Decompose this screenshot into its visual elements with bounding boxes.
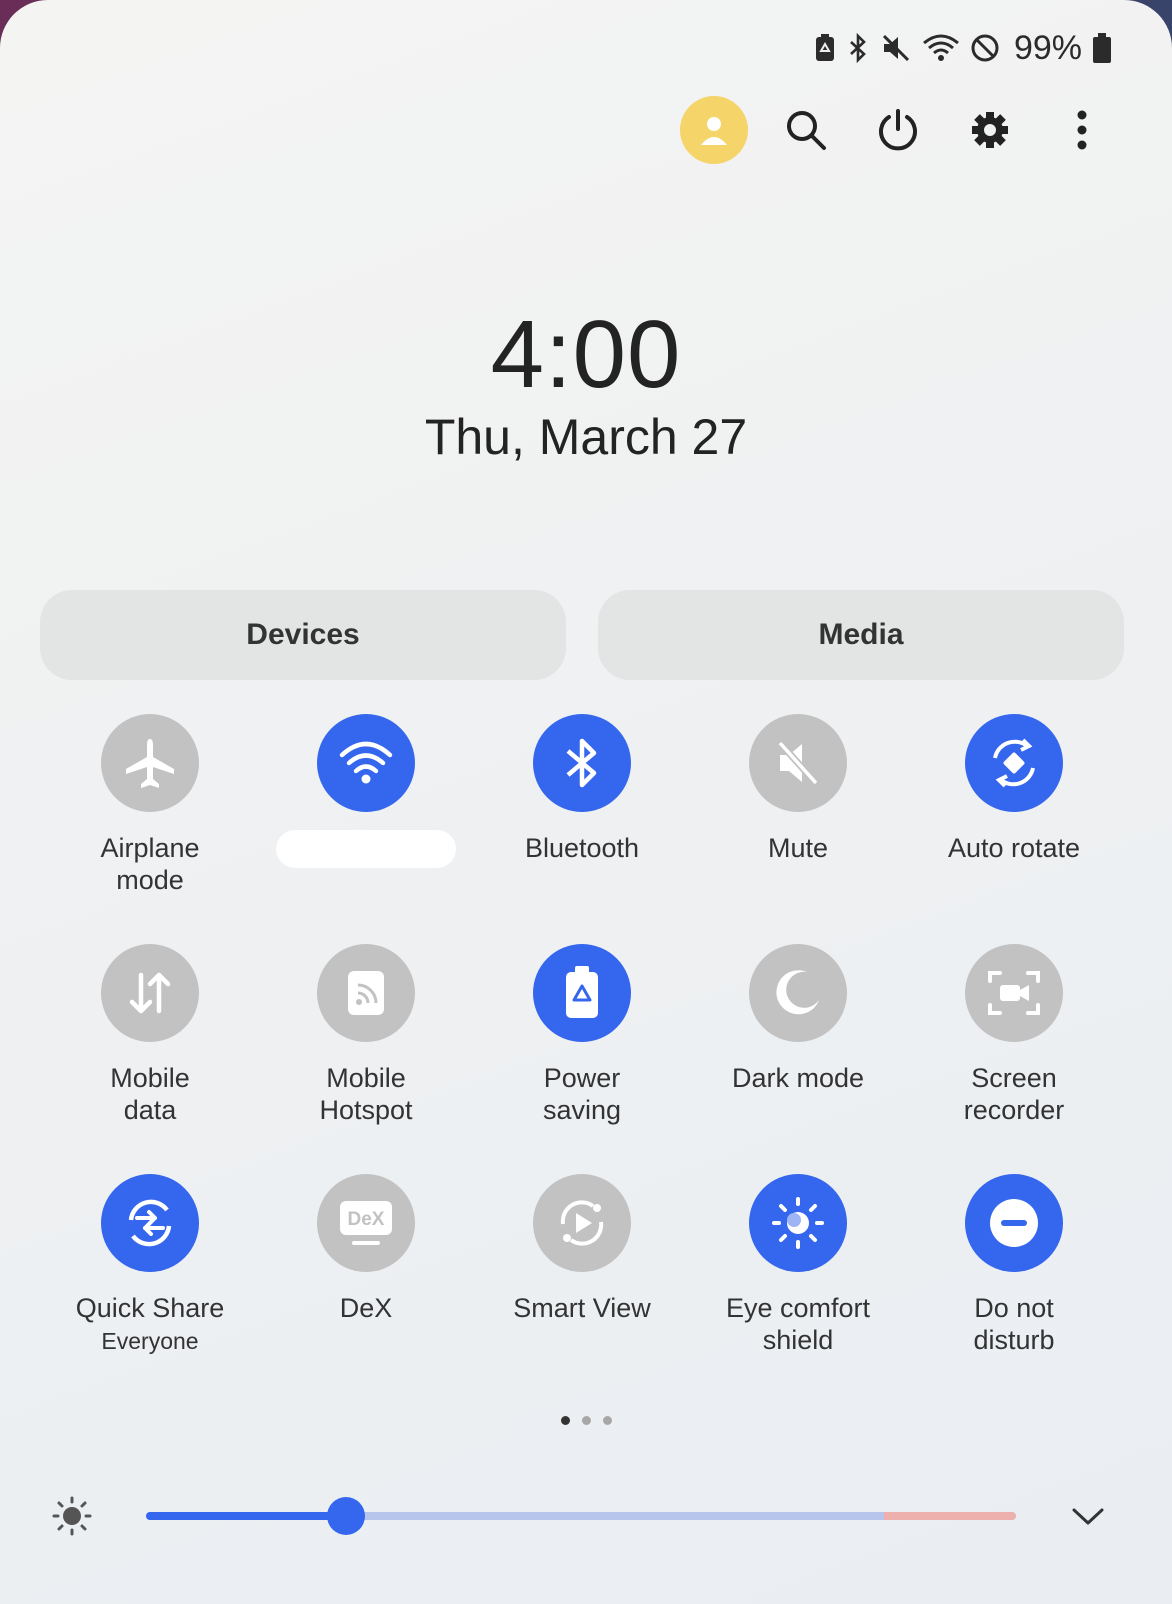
more-options-button[interactable] xyxy=(1048,96,1116,164)
media-button[interactable]: Media xyxy=(598,590,1124,680)
tile-icon-circle[interactable] xyxy=(965,1174,1063,1272)
do-not-disturb-icon xyxy=(990,1199,1038,1247)
tile-mobile-hotspot[interactable]: Mobile Hotspot xyxy=(258,944,474,1126)
mobile-data-icon xyxy=(129,972,171,1014)
page-dot xyxy=(560,1416,570,1425)
tile-icon-circle[interactable] xyxy=(965,944,1063,1042)
tile-power-saving[interactable]: Power saving xyxy=(474,944,690,1126)
wifi-icon xyxy=(922,34,959,61)
tile-smart-view[interactable]: Smart View xyxy=(474,1174,690,1324)
tile-quick-share[interactable]: Quick Share Everyone xyxy=(42,1174,258,1355)
battery-percent: 99% xyxy=(1013,28,1082,67)
battery-icon xyxy=(1093,33,1111,63)
brightness-slider[interactable] xyxy=(146,1512,1016,1520)
tile-label: Auto rotate xyxy=(947,833,1081,863)
search-icon xyxy=(787,111,826,150)
bluetooth-icon xyxy=(850,33,866,63)
mute-icon xyxy=(777,740,819,786)
more-vertical-icon xyxy=(1077,110,1087,150)
tile-label: Mute xyxy=(767,833,829,863)
quick-settings-panel: 99% 4:00 Thu, March 27 Devices Media Air… xyxy=(0,0,1172,1604)
brightness-high-zone xyxy=(884,1512,1016,1520)
tile-icon-circle[interactable] xyxy=(317,714,415,812)
power-button[interactable] xyxy=(864,96,932,164)
wifi-icon xyxy=(339,741,393,784)
page-indicator xyxy=(0,1416,1172,1425)
tile-label: DeX xyxy=(339,1293,393,1323)
tile-icon-circle[interactable] xyxy=(533,714,631,812)
tile-label: Screen recorder xyxy=(963,1063,1065,1125)
tile-label: Airplane mode xyxy=(100,833,200,895)
sun-icon xyxy=(52,1496,92,1536)
mute-icon xyxy=(882,34,909,62)
tile-icon-circle[interactable] xyxy=(101,1174,199,1272)
tile-label: Eye comfort shield xyxy=(725,1293,871,1355)
screen-recorder-icon xyxy=(988,971,1040,1015)
search-button[interactable] xyxy=(772,96,840,164)
tile-eye-comfort-shield[interactable]: Eye comfort shield xyxy=(690,1174,906,1356)
bluetooth-icon xyxy=(566,738,597,788)
dex-icon: DeX xyxy=(340,1201,392,1245)
tile-dex[interactable]: DeX DeX xyxy=(258,1174,474,1324)
devices-button[interactable]: Devices xyxy=(40,590,566,680)
hotspot-icon xyxy=(348,971,384,1015)
brightness-row xyxy=(0,1488,1172,1548)
user-icon xyxy=(701,117,727,145)
tile-dark-mode[interactable]: Dark mode xyxy=(690,944,906,1094)
tile-mobile-data[interactable]: Mobile data xyxy=(42,944,258,1126)
tile-sublabel: Everyone xyxy=(101,1328,199,1354)
tile-icon-circle[interactable] xyxy=(749,944,847,1042)
tile-screen-recorder[interactable]: Screen recorder xyxy=(906,944,1122,1126)
tile-mute[interactable]: Mute xyxy=(690,714,906,864)
status-bar: 99% xyxy=(814,28,1112,68)
user-avatar-button[interactable] xyxy=(680,96,748,164)
clock-date[interactable]: Thu, March 27 xyxy=(0,408,1172,466)
smart-view-icon xyxy=(560,1200,604,1246)
do-not-disturb-icon xyxy=(971,34,999,62)
power-icon xyxy=(879,109,917,151)
tile-wifi[interactable] xyxy=(258,714,474,868)
chevron-down-icon[interactable] xyxy=(1070,1504,1106,1528)
tile-label: Bluetooth xyxy=(524,833,640,863)
tile-auto-rotate[interactable]: Auto rotate xyxy=(906,714,1122,864)
tile-icon-circle[interactable] xyxy=(749,714,847,812)
tile-airplane-mode[interactable]: Airplane mode xyxy=(42,714,258,896)
airplane-icon xyxy=(126,739,174,788)
brightness-slider-thumb[interactable] xyxy=(327,1497,366,1535)
moon-icon xyxy=(776,970,819,1015)
page-dot xyxy=(581,1416,591,1425)
page-dot xyxy=(602,1416,612,1425)
tile-label: Power saving xyxy=(542,1063,622,1125)
auto-rotate-icon xyxy=(993,738,1035,788)
tile-label: Smart View xyxy=(513,1293,651,1323)
tile-bluetooth[interactable]: Bluetooth xyxy=(474,714,690,864)
tile-label: Mobile data xyxy=(110,1063,190,1125)
svg-text:DeX: DeX xyxy=(348,1209,385,1230)
battery-saver-icon xyxy=(815,34,834,61)
tile-icon-circle[interactable] xyxy=(101,714,199,812)
tile-icon-circle[interactable] xyxy=(101,944,199,1042)
tile-icon-circle[interactable] xyxy=(965,714,1063,812)
settings-button[interactable] xyxy=(956,96,1024,164)
tile-icon-circle[interactable] xyxy=(533,1174,631,1272)
tile-label: Mobile Hotspot xyxy=(319,1063,413,1125)
tile-label: Quick Share xyxy=(75,1293,225,1323)
gear-icon xyxy=(972,112,1008,148)
redacted-network-name xyxy=(276,830,456,868)
power-saving-icon xyxy=(566,966,598,1018)
tile-do-not-disturb[interactable]: Do not disturb xyxy=(906,1174,1122,1356)
quick-share-icon xyxy=(128,1199,172,1247)
brightness-fill xyxy=(146,1512,347,1520)
tile-label: Dark mode xyxy=(731,1063,865,1093)
top-actions xyxy=(680,96,1116,164)
tile-label: Do not disturb xyxy=(973,1293,1055,1355)
tile-icon-circle[interactable] xyxy=(317,944,415,1042)
tile-icon-circle[interactable]: DeX xyxy=(317,1174,415,1272)
tile-icon-circle[interactable] xyxy=(533,944,631,1042)
clock-time[interactable]: 4:00 xyxy=(0,300,1172,410)
tile-icon-circle[interactable] xyxy=(749,1174,847,1272)
eye-comfort-icon xyxy=(772,1197,824,1249)
